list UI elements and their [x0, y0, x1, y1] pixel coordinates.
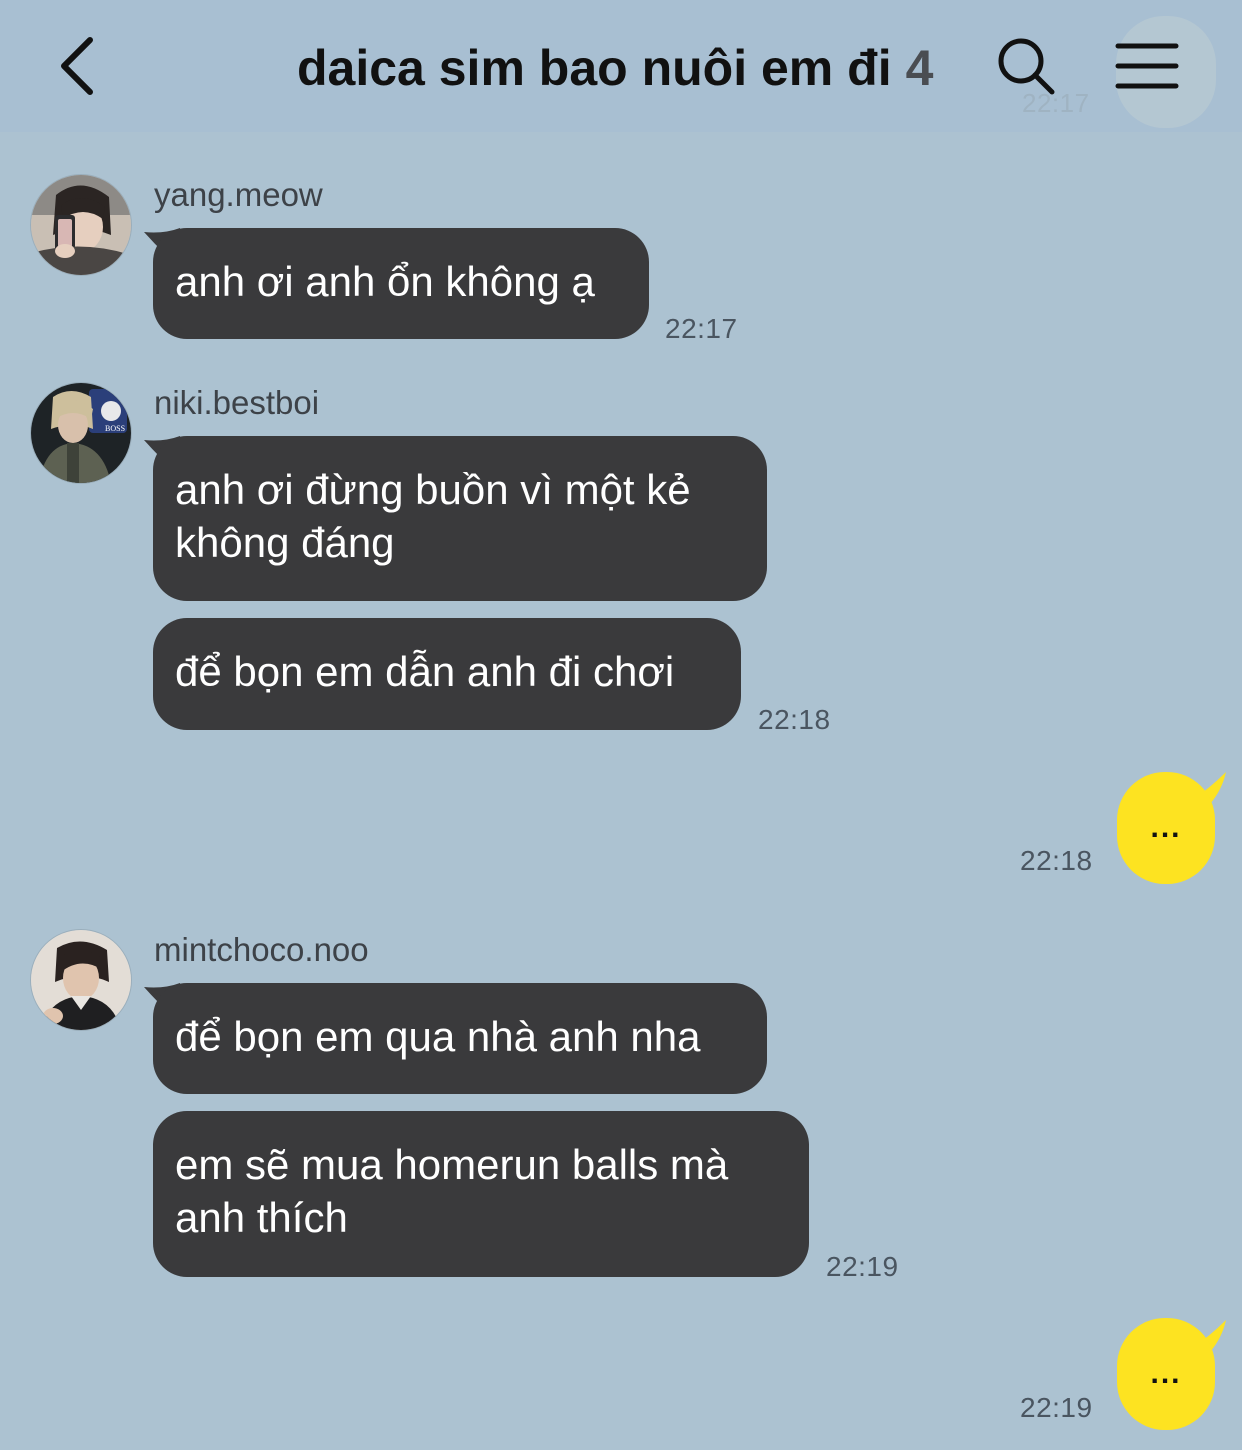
svg-text:BOSS: BOSS	[105, 424, 125, 433]
sender-name: yang.meow	[154, 176, 323, 213]
hamburger-menu-icon	[1115, 43, 1179, 89]
back-button[interactable]	[52, 30, 108, 102]
chat-title-text: daica sim bao nuôi em đi	[297, 40, 892, 96]
message-text: ...	[1150, 1357, 1182, 1390]
message-line: để bọn em qua nhà anh nha	[175, 1013, 701, 1060]
menu-button[interactable]	[1112, 36, 1182, 96]
avatar-mintchoco-noo[interactable]	[30, 929, 132, 1031]
profile-photo	[31, 175, 131, 275]
avatar-niki-bestboi[interactable]: BOSS	[30, 382, 132, 484]
message-bubble[interactable]: để bọn em qua nhà anh nha	[153, 983, 767, 1094]
outgoing-message-bubble[interactable]: ...	[1117, 772, 1215, 884]
chat-screen: 22:17 daica sim bao nuôi em đi 4 yang.me…	[0, 0, 1242, 1450]
search-button[interactable]	[994, 34, 1058, 98]
search-icon	[998, 38, 1055, 95]
message-line: anh thích	[175, 1194, 348, 1241]
message-line: anh ơi anh ổn không ạ	[175, 258, 595, 305]
message-time: 22:19	[826, 1251, 899, 1282]
message-bubble[interactable]: anh ơi anh ổn không ạ	[153, 228, 649, 339]
message-line: không đáng	[175, 519, 395, 566]
chat-title: daica sim bao nuôi em đi 4	[297, 38, 933, 98]
message-bubble[interactable]: để bọn em dẫn anh đi chơi	[153, 618, 741, 730]
avatar-yang-meow[interactable]	[30, 174, 132, 276]
message-line: để bọn em dẫn anh đi chơi	[175, 648, 675, 695]
message-time: 22:18	[758, 704, 831, 735]
message-bubble[interactable]: em sẽ mua homerun balls mà anh thích	[153, 1111, 809, 1277]
profile-photo: BOSS	[31, 383, 131, 483]
message-time: 22:19	[1020, 1392, 1093, 1423]
message-line: em sẽ mua homerun balls mà	[175, 1141, 729, 1188]
chevron-left-icon	[61, 37, 93, 95]
sender-name: mintchoco.noo	[154, 931, 369, 968]
message-line: anh ơi đừng buồn vì một kẻ	[175, 466, 691, 513]
message-text: ...	[1150, 811, 1182, 844]
member-count: 4	[905, 40, 934, 96]
outgoing-message-bubble[interactable]: ...	[1117, 1318, 1215, 1430]
message-bubble[interactable]: anh ơi đừng buồn vì một kẻ không đáng	[153, 436, 767, 601]
chat-header: 22:17 daica sim bao nuôi em đi 4	[0, 0, 1242, 132]
profile-photo	[31, 930, 131, 1030]
message-time: 22:18	[1020, 845, 1093, 876]
sender-name: niki.bestboi	[154, 384, 320, 421]
message-time: 22:17	[665, 313, 738, 344]
